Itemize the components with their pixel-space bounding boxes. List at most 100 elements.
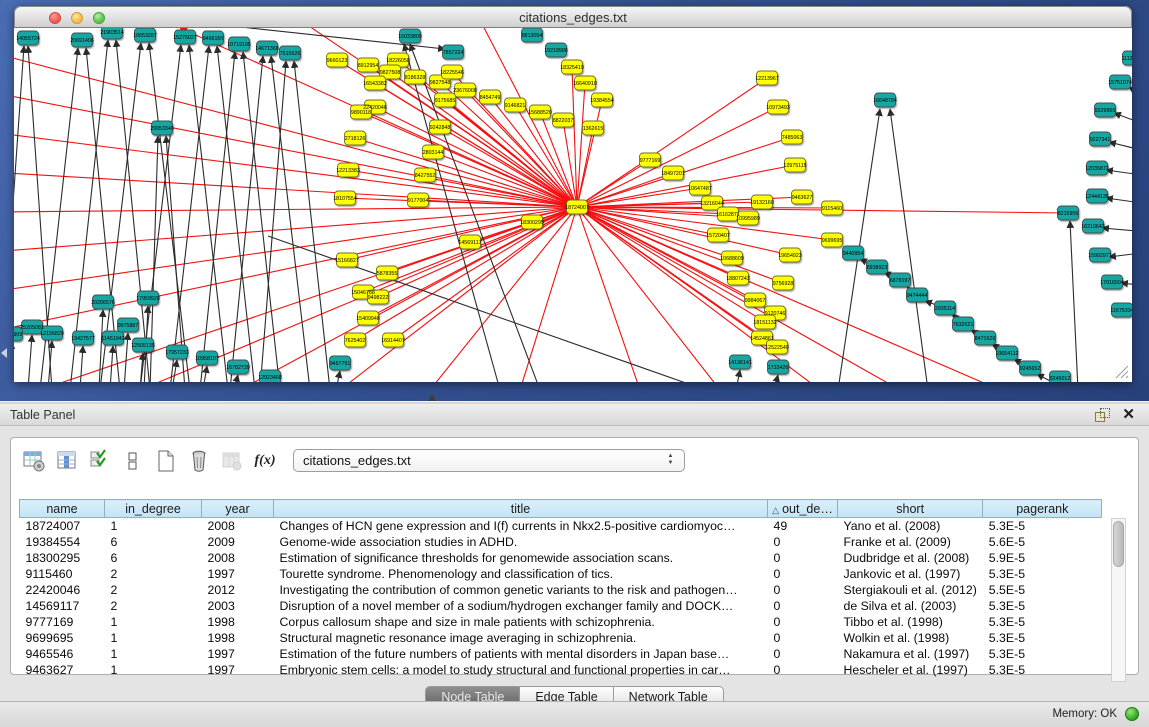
row-options-button[interactable] [120, 448, 146, 474]
cell-name[interactable]: 14569117 [20, 598, 105, 614]
cell-pagerank[interactable]: 5.3E-5 [983, 630, 1102, 646]
cell-name[interactable]: 9463627 [20, 662, 105, 678]
cell-year[interactable]: 1998 [202, 630, 274, 646]
cell-out_degree[interactable]: 0 [768, 662, 838, 678]
column-header-out_degree[interactable]: △out_de… [768, 500, 838, 518]
graph-edge[interactable] [80, 346, 83, 382]
graph-edge[interactable] [774, 375, 778, 382]
cell-in_degree[interactable]: 1 [105, 518, 202, 534]
close-panel-icon[interactable]: ✕ [1122, 406, 1135, 424]
network-window-titlebar[interactable]: citations_edges.txt [14, 6, 1132, 28]
cell-out_degree[interactable]: 0 [768, 630, 838, 646]
graph-edge[interactable] [110, 346, 113, 382]
cell-year[interactable]: 1997 [202, 662, 274, 678]
network-graph[interactable]: 1405572420691406219035141065328715276027… [14, 28, 1132, 382]
memory-status-indicator[interactable] [1125, 707, 1139, 721]
table-row[interactable]: 1872400712008Changes of HCN gene express… [20, 518, 1102, 534]
graph-edge[interactable] [890, 109, 928, 382]
left-splitter-handle-icon[interactable] [1, 348, 7, 358]
cell-short[interactable]: Stergiakouli et al. (2012) [838, 582, 983, 598]
table-row[interactable]: 2242004622012Investigating the contribut… [20, 582, 1102, 598]
cell-name[interactable]: 9465546 [20, 646, 105, 662]
column-header-title[interactable]: title [274, 500, 768, 518]
graph-edge[interactable] [1070, 221, 1078, 382]
cell-in_degree[interactable]: 2 [105, 598, 202, 614]
graph-edge[interactable] [14, 207, 577, 212]
cell-name[interactable]: 18300295 [20, 550, 105, 566]
graph-edge[interactable] [170, 46, 209, 382]
cell-year[interactable]: 2003 [202, 598, 274, 614]
cell-short[interactable]: Nakamura et al. (1997) [838, 646, 983, 662]
cell-in_degree[interactable]: 1 [105, 646, 202, 662]
graph-edge[interactable] [1129, 87, 1132, 100]
cell-short[interactable]: Jankovic et al. (1997) [838, 566, 983, 582]
cell-name[interactable]: 9777169 [20, 614, 105, 630]
cell-out_degree[interactable]: 49 [768, 518, 838, 534]
column-header-year[interactable]: year [202, 500, 274, 518]
graph-edge[interactable] [838, 109, 880, 382]
cell-year[interactable]: 2008 [202, 550, 274, 566]
cell-in_degree[interactable]: 6 [105, 534, 202, 550]
graph-edge[interactable] [1106, 170, 1132, 176]
column-header-name[interactable]: name [20, 500, 105, 518]
graph-edge[interactable] [200, 52, 235, 382]
table-row[interactable]: 1938455462009Genome-wide association stu… [20, 534, 1102, 550]
table-row[interactable]: 969969511998Structural magnetic resonanc… [20, 630, 1102, 646]
cell-title[interactable]: Estimation of the future numbers of pati… [274, 646, 768, 662]
cell-out_degree[interactable]: 0 [768, 550, 838, 566]
table-row[interactable]: 946362711997Embryonic stem cells: a mode… [20, 662, 1102, 678]
graph-edge[interactable] [124, 333, 128, 382]
cell-pagerank[interactable]: 5.3E-5 [983, 598, 1102, 614]
canvas-resize-grip[interactable] [1116, 366, 1128, 378]
graph-edge[interactable] [736, 370, 740, 382]
cell-in_degree[interactable]: 2 [105, 582, 202, 598]
cell-title[interactable]: Genome-wide association studies in ADHD. [274, 534, 768, 550]
cell-name[interactable]: 9115460 [20, 566, 105, 582]
cell-year[interactable]: 1997 [202, 646, 274, 662]
float-window-icon[interactable] [1095, 408, 1109, 422]
cell-name[interactable]: 18724007 [20, 518, 105, 534]
graph-edge[interactable] [294, 61, 330, 382]
select-all-button[interactable] [87, 448, 113, 474]
cell-pagerank[interactable]: 5.3E-5 [983, 646, 1102, 662]
column-header-short[interactable]: short [838, 500, 983, 518]
graph-edge[interactable] [1109, 252, 1132, 257]
cell-out_degree[interactable]: 0 [768, 534, 838, 550]
cell-out_degree[interactable]: 0 [768, 646, 838, 662]
graph-edge[interactable] [28, 335, 32, 382]
graph-edge[interactable] [234, 375, 238, 382]
cell-pagerank[interactable]: 5.3E-5 [983, 614, 1102, 630]
table-selector-dropdown[interactable]: citations_edges.txt ▲▼ [293, 449, 685, 472]
cell-short[interactable]: Wolkin et al. (1998) [838, 630, 983, 646]
cell-short[interactable]: Hescheler et al. (1997) [838, 662, 983, 678]
cell-pagerank[interactable]: 5.9E-5 [983, 550, 1102, 566]
cell-year[interactable]: 2008 [202, 518, 274, 534]
column-header-in_degree[interactable]: in_degree [105, 500, 202, 518]
cell-out_degree[interactable]: 0 [768, 582, 838, 598]
cell-pagerank[interactable]: 5.3E-5 [983, 566, 1102, 582]
cell-in_degree[interactable]: 6 [105, 550, 202, 566]
graph-edge[interactable] [230, 56, 263, 382]
graph-edge[interactable] [336, 371, 340, 382]
delete-table-button[interactable] [219, 448, 245, 474]
table-scrollbar[interactable] [1111, 518, 1126, 682]
new-column-button[interactable] [153, 448, 179, 474]
cell-year[interactable]: 2012 [202, 582, 274, 598]
cell-in_degree[interactable]: 1 [105, 630, 202, 646]
graph-edge[interactable] [1114, 113, 1132, 126]
cell-title[interactable]: Estimation of significance thresholds fo… [274, 550, 768, 566]
cell-title[interactable]: Embryonic stem cells: a model to study s… [274, 662, 768, 678]
cell-short[interactable]: Tibbo et al. (1998) [838, 614, 983, 630]
cell-name[interactable]: 19384554 [20, 534, 105, 550]
function-builder-button[interactable]: f(x) [252, 448, 278, 474]
cell-short[interactable]: Yano et al. (2008) [838, 518, 983, 534]
cell-pagerank[interactable]: 5.3E-5 [983, 518, 1102, 534]
show-columns-button[interactable] [54, 448, 80, 474]
cell-name[interactable]: 22420046 [20, 582, 105, 598]
graph-edge[interactable] [203, 366, 207, 382]
table-row[interactable]: 1456911722003Disruption of a novel membe… [20, 598, 1102, 614]
column-header-pagerank[interactable]: pagerank [983, 500, 1102, 518]
table-row[interactable]: 911546021997Tourette syndrome. Phenomeno… [20, 566, 1102, 582]
network-canvas[interactable]: 1405572420691406219035141065328715276027… [14, 28, 1132, 382]
cell-short[interactable]: de Silva et al. (2003) [838, 598, 983, 614]
